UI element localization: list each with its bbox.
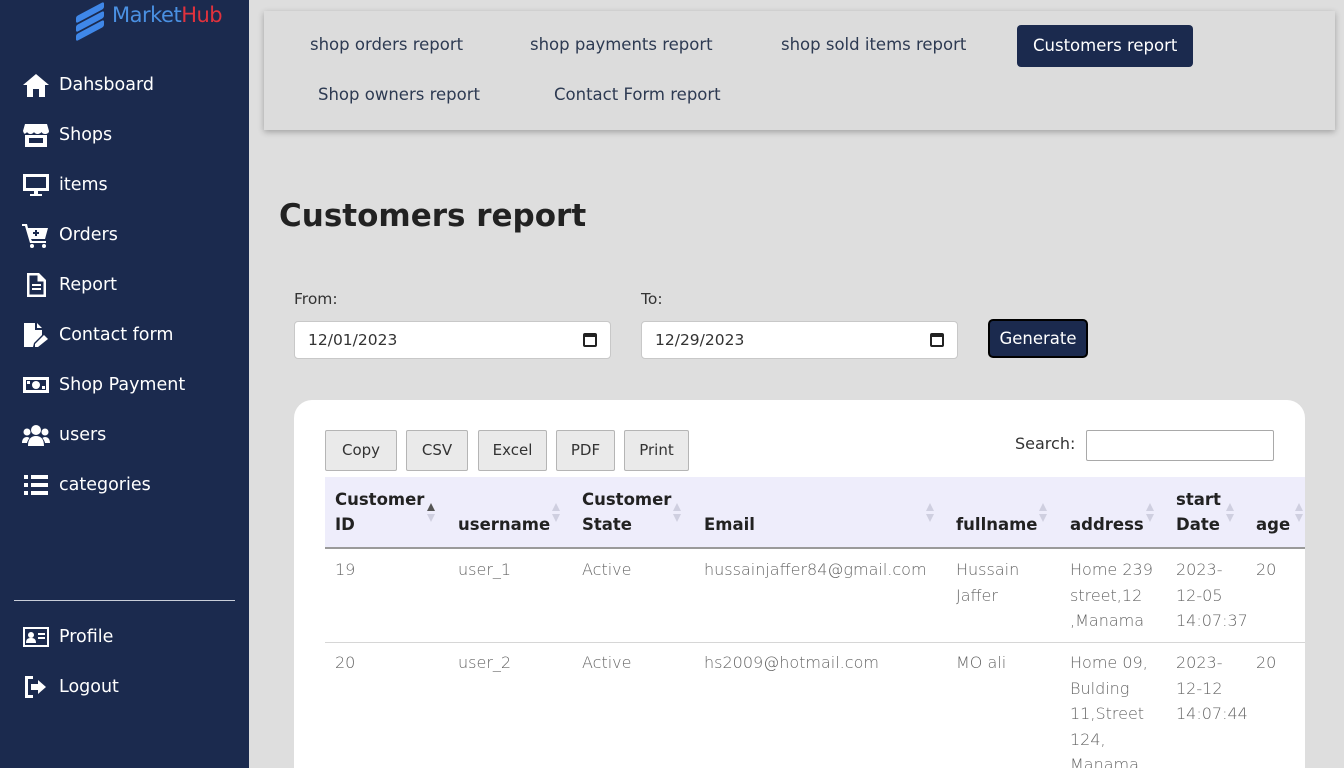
generate-button[interactable]: Generate [988,319,1088,358]
sidebar-item-users[interactable]: users [22,420,106,450]
table-row: 19 user_1 Active hussainjaffer84@gmail.c… [325,549,1305,643]
sidebar-item-label: Shop Payment [59,375,186,395]
copy-button[interactable]: Copy [325,430,397,471]
sidebar-item-shops[interactable]: Shops [22,120,112,150]
search-label: Search: [1015,434,1076,453]
store-icon [23,124,49,147]
cell-username: user_2 [458,653,512,672]
column-header-username[interactable]: username [458,512,550,537]
monitor-icon [23,174,49,196]
column-header-age[interactable]: age [1256,512,1290,537]
tab-customers-report[interactable]: Customers report [1017,25,1194,67]
to-date-value: 12/29/2023 [655,331,745,349]
sidebar-item-label: Profile [59,627,114,647]
sidebar-item-label: items [59,175,108,195]
sidebar-item-label: Orders [59,225,118,245]
cell-customer-id: 19 [335,560,356,579]
calendar-icon[interactable] [583,333,597,347]
sidebar-item-label: Contact form [59,325,174,345]
list-icon [24,475,48,495]
sidebar-item-label: Shops [59,125,113,145]
csv-button[interactable]: CSV [406,430,468,471]
tab-contact-form-report[interactable]: Contact Form report [538,74,737,116]
column-header-address[interactable]: address [1070,512,1144,537]
id-card-icon [23,627,49,647]
sidebar-item-categories[interactable]: categories [22,470,151,500]
sidebar-item-contact-form[interactable]: Contact form [22,320,173,350]
sort-icon[interactable] [1295,503,1303,523]
sidebar: MarketHub Dahsboard Shops items Orders R… [0,0,249,768]
to-label: To: [641,290,663,308]
sidebar-item-label: Dahsboard [59,75,154,95]
pdf-button[interactable]: PDF [556,430,615,471]
sidebar-item-shop-payment[interactable]: Shop Payment [22,370,185,400]
cell-fullname: Hussain Jaffer [956,560,1020,605]
cell-email: hs2009@hotmail.com [704,653,879,672]
cell-customer-state: Active [582,653,632,672]
home-icon [23,74,49,97]
from-date-value: 12/01/2023 [308,331,398,349]
sidebar-item-label: Logout [59,677,119,697]
users-icon [22,425,50,446]
cell-start-date: 2023-12-05 14:07:37 [1176,560,1248,630]
excel-button[interactable]: Excel [478,430,547,471]
sidebar-item-logout[interactable]: Logout [22,672,119,702]
sort-icon[interactable] [1226,503,1234,523]
tab-shop-orders-report[interactable]: shop orders report [294,24,479,66]
column-header-email[interactable]: Email [704,512,755,537]
cart-icon [22,224,48,248]
cell-customer-id: 20 [335,653,356,672]
brand-logo[interactable]: MarketHub [74,0,223,42]
calendar-icon[interactable] [930,333,944,347]
logo-icon [74,1,108,42]
sidebar-divider [14,600,235,601]
logout-icon [25,676,46,698]
sort-icon[interactable] [1146,503,1154,523]
cell-fullname: MO ali [956,653,1007,672]
to-date-input[interactable]: 12/29/2023 [641,321,958,359]
cell-age: 20 [1256,560,1277,579]
page-title: Customers report [279,198,587,234]
sidebar-item-orders[interactable]: Orders [22,220,118,250]
tab-shop-sold-items-report[interactable]: shop sold items report [765,24,982,66]
sort-icon[interactable] [926,503,934,523]
table-header: Customer ID username Customer State Emai… [325,477,1305,549]
cell-customer-state: Active [582,560,632,579]
money-icon [23,377,49,393]
sidebar-item-label: categories [59,475,151,495]
cell-username: user_1 [458,560,512,579]
sidebar-item-dashboard[interactable]: Dahsboard [22,70,154,100]
cell-address: Home 239 street,12 ,Manama [1070,560,1153,630]
from-label: From: [294,290,338,308]
column-header-fullname[interactable]: fullname [956,512,1038,537]
sidebar-item-profile[interactable]: Profile [22,622,113,652]
print-button[interactable]: Print [624,430,689,471]
file-edit-icon [24,323,48,347]
cell-address: Home 09, Bulding 11,Street 124, Manama [1070,653,1148,768]
sidebar-item-items[interactable]: items [22,170,108,200]
search-input[interactable] [1086,430,1274,461]
from-date-input[interactable]: 12/01/2023 [294,321,611,359]
table-row: 20 user_2 Active hs2009@hotmail.com MO a… [325,643,1305,768]
sidebar-item-label: users [59,425,107,445]
cell-email: hussainjaffer84@gmail.com [704,560,927,579]
cell-start-date: 2023-12-12 14:07:44 [1176,653,1248,723]
sidebar-item-label: Report [59,275,118,295]
file-icon [27,273,46,297]
cell-age: 20 [1256,653,1277,672]
sort-asc-icon[interactable] [427,503,435,523]
sort-icon[interactable] [1039,503,1047,523]
tab-shop-owners-report[interactable]: Shop owners report [302,74,496,116]
report-table-card: Copy CSV Excel PDF Print Search: Custome… [294,400,1305,768]
column-header-customer-id[interactable]: Customer ID [335,487,435,537]
brand-name: MarketHub [112,3,223,27]
tab-shop-payments-report[interactable]: shop payments report [514,24,729,66]
sidebar-item-report[interactable]: Report [22,270,117,300]
sort-icon[interactable] [552,503,560,523]
column-header-customer-state[interactable]: Customer State [582,487,682,537]
report-nav: shop orders report shop payments report … [264,11,1335,130]
sort-icon[interactable] [673,503,681,523]
